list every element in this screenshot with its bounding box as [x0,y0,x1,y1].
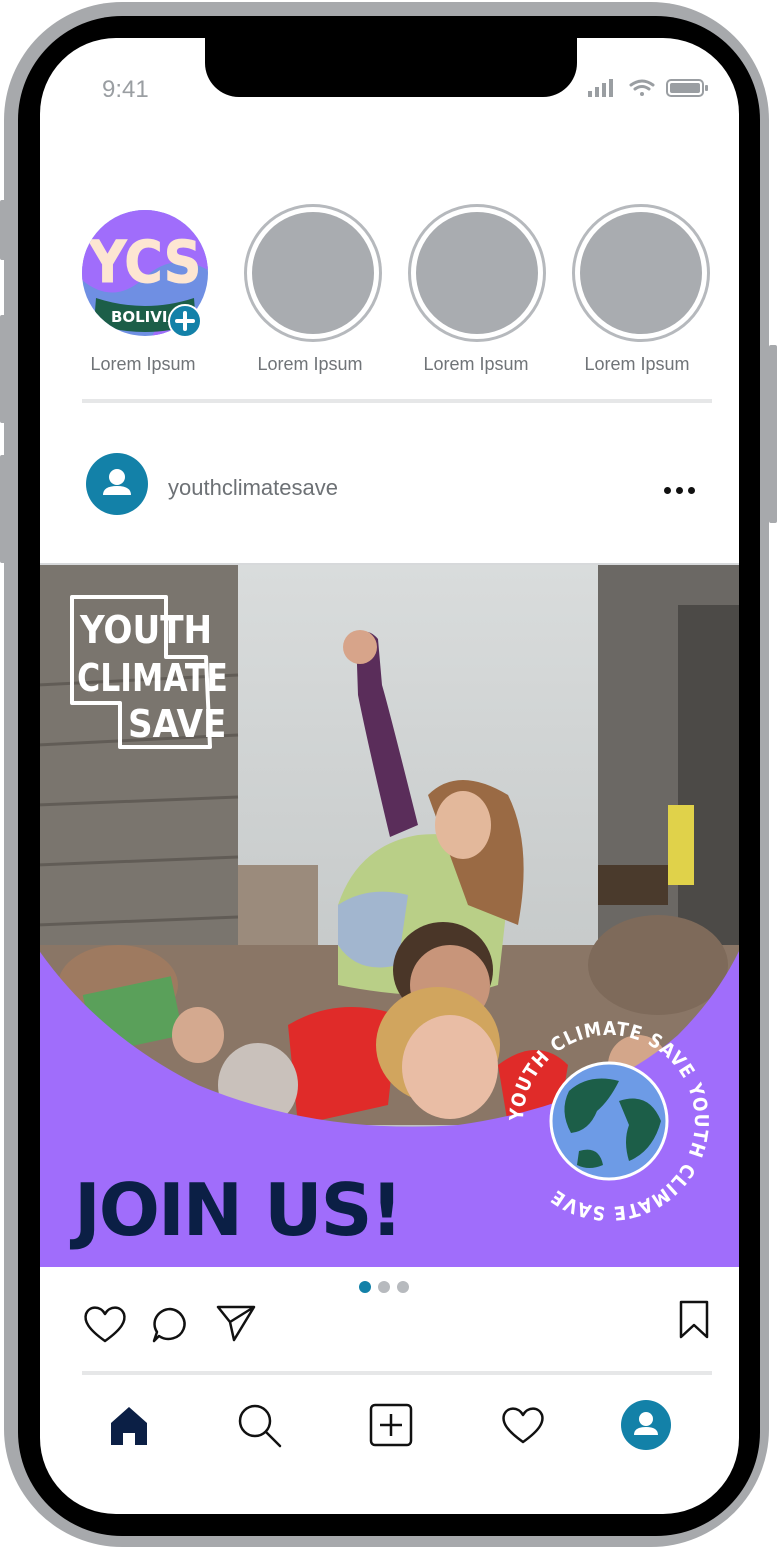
wifi-icon [629,79,655,96]
more-options-icon[interactable] [664,481,700,499]
add-post-icon[interactable] [369,1403,413,1452]
join-us-headline: JOIN US! [74,1168,403,1252]
story-label: Lorem Ipsum [584,354,690,374]
story-ring [244,204,382,342]
carousel-indicator [359,1280,416,1298]
notch [205,38,577,97]
carousel-dot [378,1281,390,1293]
flag [668,805,694,885]
logo-line-climate: CLIMATE [77,656,228,701]
story-label: Lorem Ipsum [257,354,363,374]
story-label: Lorem Ipsum [90,354,196,374]
nav-divider [82,1371,712,1375]
story-ring [572,204,710,342]
girl-face [435,791,491,859]
story-placeholder [252,212,374,334]
protest-sign [598,865,668,905]
logo-line-youth: YOUTH [79,608,212,652]
status-icons [586,76,710,100]
home-icon[interactable] [107,1403,151,1452]
activity-heart-icon[interactable] [500,1404,546,1451]
battery-icon [666,79,708,97]
search-icon[interactable] [236,1402,282,1453]
story-placeholder [416,212,538,334]
post-username[interactable]: youthclimatesave [168,475,338,501]
story-ring [408,204,546,342]
power-button [769,345,777,523]
user-icon [103,469,131,495]
ycs-text: YCS [88,228,202,296]
volume-down-button [0,455,8,563]
story-placeholder [580,212,702,334]
stories-divider [82,399,712,403]
status-time: 9:41 [102,76,149,103]
like-heart-icon[interactable] [82,1303,128,1350]
volume-up-button [0,315,8,423]
carousel-dot-active [359,1281,371,1293]
bookmark-icon[interactable] [678,1300,710,1345]
raised-fist [343,630,377,664]
add-story-icon[interactable] [168,304,202,338]
logo-line-save: SAVE [128,702,226,746]
phone-screen: 9:41 YCS BOLIVIA Lorem Ipsum Lorem Ipsum… [40,38,739,1514]
comment-icon[interactable] [150,1305,190,1350]
post-image[interactable]: YOUTH CLIMATE SAVE YOUTH CLIMATE SAVE YO… [40,563,739,1267]
story-label: Lorem Ipsum [423,354,529,374]
carousel-dot [397,1281,409,1293]
profile-icon[interactable] [621,1400,671,1450]
post-avatar[interactable] [86,453,148,515]
woman-face [402,1015,498,1119]
send-icon[interactable] [215,1302,257,1349]
signal-icon [588,79,613,97]
side-button [0,200,8,260]
